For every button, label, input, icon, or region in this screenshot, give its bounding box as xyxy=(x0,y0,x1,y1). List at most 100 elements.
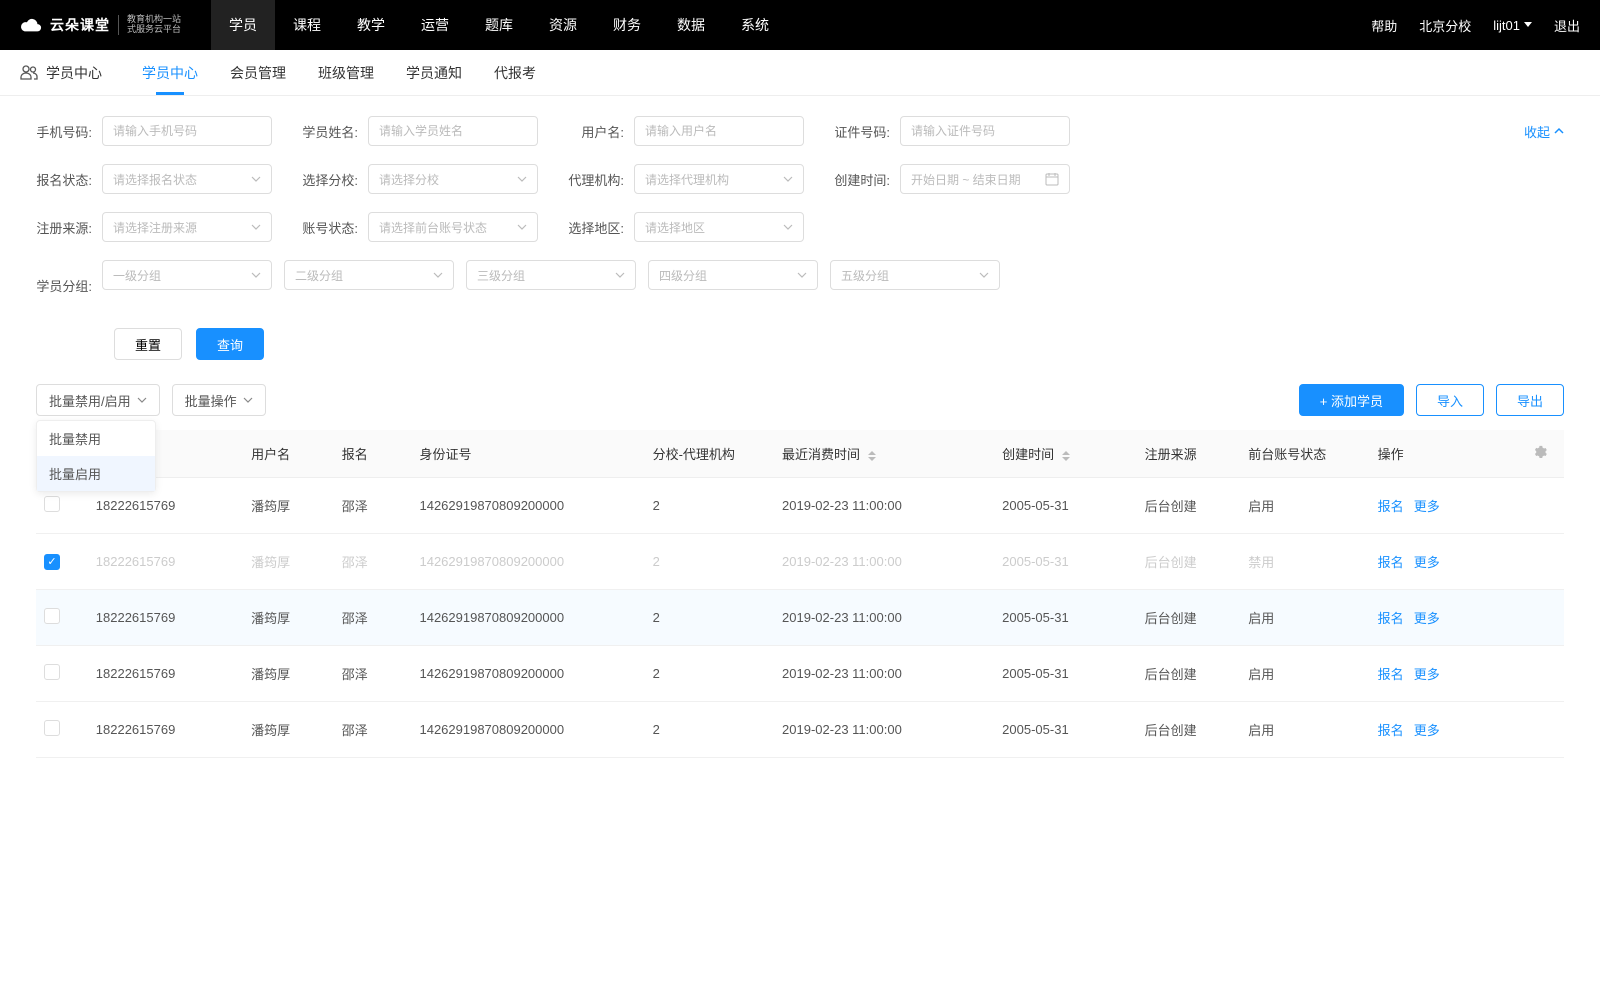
row-checkbox[interactable] xyxy=(44,664,60,680)
topnav-item[interactable]: 课程 xyxy=(275,0,339,50)
help-link[interactable]: 帮助 xyxy=(1371,16,1397,35)
username-input[interactable] xyxy=(634,116,804,146)
branch-selector[interactable]: 北京分校 xyxy=(1419,16,1471,35)
cell-create-time: 2005-05-31 xyxy=(994,702,1136,758)
chevron-down-icon xyxy=(517,222,527,232)
brand-subtitle: 教育机构一站 式服务云平台 xyxy=(118,15,181,35)
col-create-time[interactable]: 创建时间 xyxy=(994,430,1136,478)
cell-username: 潘筠厚 xyxy=(243,702,334,758)
table-header-row: 手机号 用户名 报名 身份证号 分校-代理机构 最近消费时间 创建时间 注册来源… xyxy=(36,430,1564,478)
col-branch[interactable]: 分校-代理机构 xyxy=(645,430,774,478)
more-link[interactable]: 更多 xyxy=(1414,499,1440,514)
cell-idno: 14262919870809200000 xyxy=(411,478,644,534)
cell-create-time: 2005-05-31 xyxy=(994,534,1136,590)
enroll-link[interactable]: 报名 xyxy=(1378,499,1404,514)
user-menu[interactable]: lijt01 xyxy=(1493,18,1532,33)
chevron-down-icon xyxy=(137,396,147,404)
cell-reg: 邵泽 xyxy=(334,478,412,534)
export-button[interactable]: 导出 xyxy=(1496,384,1564,416)
cell-username: 潘筠厚 xyxy=(243,478,334,534)
brand-name: 云朵课堂 xyxy=(50,15,110,35)
more-link[interactable]: 更多 xyxy=(1414,667,1440,682)
topnav-item[interactable]: 运营 xyxy=(403,0,467,50)
topnav-item[interactable]: 教学 xyxy=(339,0,403,50)
add-student-button[interactable]: + 添加学员 xyxy=(1299,384,1404,416)
subnav: 学员中心 学员中心会员管理班级管理学员通知代报考 xyxy=(0,50,1600,96)
col-last-consume[interactable]: 最近消费时间 xyxy=(774,430,994,478)
subnav-item[interactable]: 会员管理 xyxy=(230,50,286,95)
subnav-item[interactable]: 班级管理 xyxy=(318,50,374,95)
chevron-down-icon xyxy=(251,174,261,184)
col-idno[interactable]: 身份证号 xyxy=(411,430,644,478)
row-checkbox[interactable] xyxy=(44,720,60,736)
more-link[interactable]: 更多 xyxy=(1414,555,1440,570)
cell-ops: 报名更多 xyxy=(1370,534,1525,590)
filter-row-3: 注册来源: 请选择注册来源 账号状态: 请选择前台账号状态 选择地区: 请选择地… xyxy=(36,212,1564,242)
query-button[interactable]: 查询 xyxy=(196,328,264,360)
topnav-item[interactable]: 系统 xyxy=(723,0,787,50)
more-link[interactable]: 更多 xyxy=(1414,611,1440,626)
brand-logo[interactable]: 云朵课堂 教育机构一站 式服务云平台 xyxy=(20,15,181,35)
reg-source-select[interactable]: 请选择注册来源 xyxy=(102,212,272,242)
enroll-link[interactable]: 报名 xyxy=(1378,667,1404,682)
col-reg[interactable]: 报名 xyxy=(334,430,412,478)
phone-input[interactable] xyxy=(102,116,272,146)
create-time-picker[interactable]: 开始日期 ~ 结束日期 xyxy=(900,164,1070,194)
cell-ops: 报名更多 xyxy=(1370,478,1525,534)
collapse-toggle[interactable]: 收起 xyxy=(1524,122,1564,141)
row-checkbox[interactable] xyxy=(44,554,60,570)
branch-select[interactable]: 请选择分校 xyxy=(368,164,538,194)
filter-region: 选择地区: 请选择地区 xyxy=(568,212,804,242)
group-select[interactable]: 五级分组 xyxy=(830,260,1000,290)
subnav-item[interactable]: 代报考 xyxy=(494,50,536,95)
group-select[interactable]: 四级分组 xyxy=(648,260,818,290)
idno-input[interactable] xyxy=(900,116,1070,146)
cell-source: 后台创建 xyxy=(1137,534,1241,590)
sort-icon xyxy=(1062,451,1070,461)
cell-branch: 2 xyxy=(645,534,774,590)
cell-ops: 报名更多 xyxy=(1370,646,1525,702)
region-select[interactable]: 请选择地区 xyxy=(634,212,804,242)
name-input[interactable] xyxy=(368,116,538,146)
group-select[interactable]: 二级分组 xyxy=(284,260,454,290)
caret-down-icon xyxy=(1524,22,1532,28)
acct-status-select[interactable]: 请选择前台账号状态 xyxy=(368,212,538,242)
cell-reg: 邵泽 xyxy=(334,646,412,702)
subnav-item[interactable]: 学员通知 xyxy=(406,50,462,95)
sort-icon xyxy=(868,451,876,461)
col-settings[interactable] xyxy=(1525,430,1564,478)
enroll-link[interactable]: 报名 xyxy=(1378,611,1404,626)
row-checkbox[interactable] xyxy=(44,496,60,512)
enroll-status-select[interactable]: 请选择报名状态 xyxy=(102,164,272,194)
topnav-item[interactable]: 学员 xyxy=(211,0,275,50)
reset-button[interactable]: 重置 xyxy=(114,328,182,360)
topnav-item[interactable]: 数据 xyxy=(659,0,723,50)
cell-branch: 2 xyxy=(645,702,774,758)
logout-link[interactable]: 退出 xyxy=(1554,16,1580,35)
agent-select[interactable]: 请选择代理机构 xyxy=(634,164,804,194)
enroll-link[interactable]: 报名 xyxy=(1378,555,1404,570)
row-checkbox[interactable] xyxy=(44,608,60,624)
topnav-item[interactable]: 财务 xyxy=(595,0,659,50)
filter-acct-status: 账号状态: 请选择前台账号状态 xyxy=(302,212,538,242)
bulk-toggle-dropdown[interactable]: 批量禁用/启用 xyxy=(36,384,160,416)
subnav-item[interactable]: 学员中心 xyxy=(142,50,198,95)
group-select[interactable]: 一级分组 xyxy=(102,260,272,290)
cell-last-consume: 2019-02-23 11:00:00 xyxy=(774,534,994,590)
col-username[interactable]: 用户名 xyxy=(243,430,334,478)
bulk-ops-dropdown[interactable]: 批量操作 xyxy=(172,384,266,416)
topnav-item[interactable]: 资源 xyxy=(531,0,595,50)
more-link[interactable]: 更多 xyxy=(1414,723,1440,738)
enroll-link[interactable]: 报名 xyxy=(1378,723,1404,738)
dropdown-item[interactable]: 批量禁用 xyxy=(37,421,155,456)
cell-source: 后台创建 xyxy=(1137,590,1241,646)
cell-source: 后台创建 xyxy=(1137,646,1241,702)
import-button[interactable]: 导入 xyxy=(1416,384,1484,416)
topbar: 云朵课堂 教育机构一站 式服务云平台 学员课程教学运营题库资源财务数据系统 帮助… xyxy=(0,0,1600,50)
filter-create-time: 创建时间: 开始日期 ~ 结束日期 xyxy=(834,164,1070,194)
col-status[interactable]: 前台账号状态 xyxy=(1240,430,1369,478)
dropdown-item[interactable]: 批量启用 xyxy=(37,456,155,491)
col-source[interactable]: 注册来源 xyxy=(1137,430,1241,478)
group-select[interactable]: 三级分组 xyxy=(466,260,636,290)
topnav-item[interactable]: 题库 xyxy=(467,0,531,50)
